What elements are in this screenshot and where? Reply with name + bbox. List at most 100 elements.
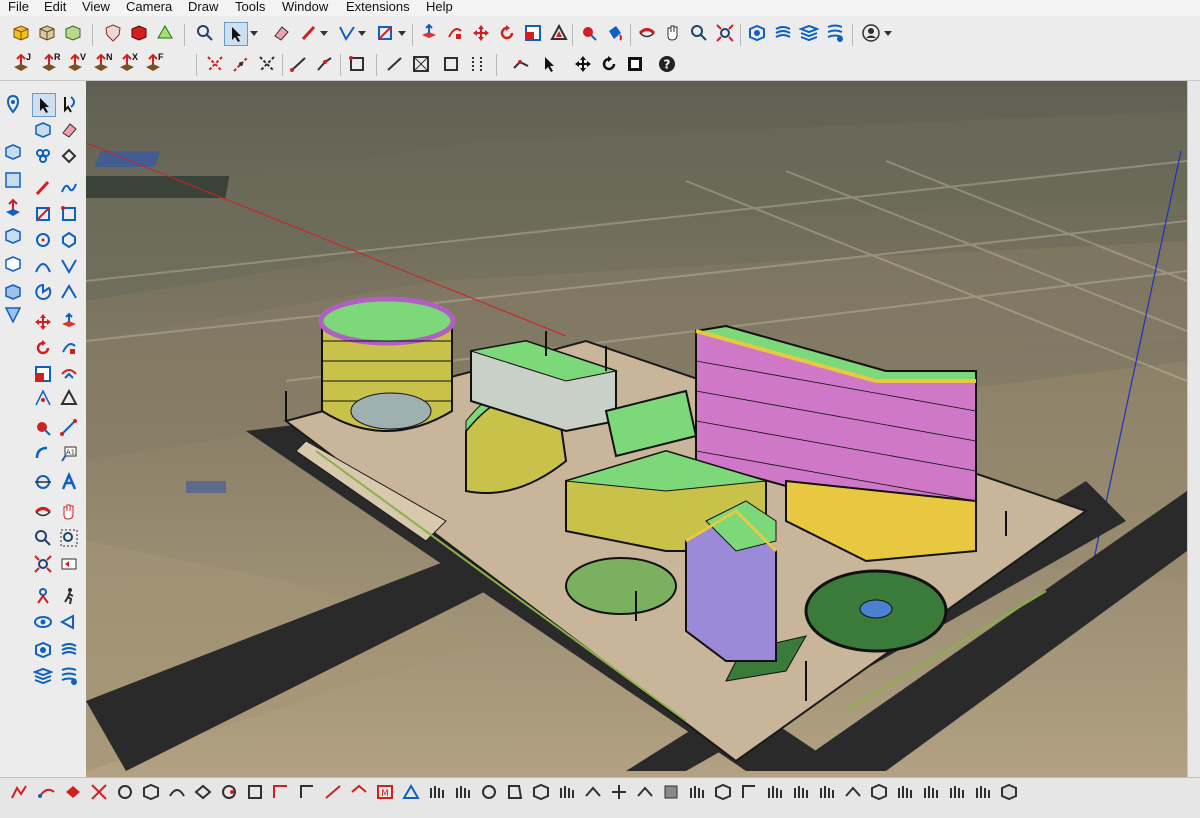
edge-tool-icon[interactable]	[288, 53, 310, 75]
menu-tools[interactable]: Tools	[235, 0, 265, 14]
export-j-button[interactable]: J	[8, 52, 34, 74]
extension-tool-icon[interactable]	[114, 781, 136, 803]
scale-icon[interactable]	[624, 53, 646, 75]
extension-tool-icon[interactable]	[140, 781, 162, 803]
export-n-button[interactable]: N	[88, 52, 114, 74]
zoom-window-icon[interactable]	[58, 527, 80, 549]
extension-tool-icon[interactable]	[556, 781, 578, 803]
outliner-icon[interactable]	[32, 145, 54, 167]
package-icon[interactable]	[36, 22, 58, 44]
dropdown-arrow-icon[interactable]	[882, 22, 894, 44]
menu-camera[interactable]: Camera	[126, 0, 172, 14]
solid-tools-icon[interactable]	[2, 253, 24, 275]
vertex-tool-icon[interactable]	[204, 53, 226, 75]
location-pin-icon[interactable]	[2, 93, 24, 115]
user-account-icon[interactable]	[860, 22, 882, 44]
triangle-icon[interactable]	[58, 387, 80, 409]
walk-icon[interactable]	[58, 585, 80, 607]
extension-tool-icon[interactable]	[764, 781, 786, 803]
extension-tool-icon[interactable]	[296, 781, 318, 803]
freehand-icon[interactable]	[58, 177, 80, 199]
dropdown-arrow-icon[interactable]	[356, 22, 368, 44]
extension-tool-icon[interactable]	[452, 781, 474, 803]
sandbox-icon[interactable]	[58, 639, 80, 661]
rectangle-icon[interactable]	[374, 22, 396, 44]
component-icon[interactable]	[10, 22, 32, 44]
lasso-select-icon[interactable]	[58, 93, 80, 115]
scale-icon[interactable]	[32, 363, 54, 385]
layers-icon[interactable]	[32, 665, 54, 687]
extension-tool-icon[interactable]: M	[374, 781, 396, 803]
extension-tool-icon[interactable]	[842, 781, 864, 803]
pie-icon[interactable]	[32, 281, 54, 303]
cross-box-icon[interactable]	[410, 53, 432, 75]
previous-view-icon[interactable]	[58, 553, 80, 575]
paint-bucket-icon[interactable]	[58, 145, 80, 167]
3d-text-icon[interactable]	[58, 471, 80, 493]
extension-tool-icon[interactable]	[530, 781, 552, 803]
section-plane-icon[interactable]	[2, 141, 24, 163]
section-plane-icon[interactable]	[58, 611, 80, 633]
extension-tool-icon[interactable]	[686, 781, 708, 803]
export-v-button[interactable]: V	[62, 52, 88, 74]
extension-tool-icon[interactable]	[894, 781, 916, 803]
extension-tool-icon[interactable]	[88, 781, 110, 803]
axes-icon[interactable]	[32, 471, 54, 493]
extension-tool-icon[interactable]	[192, 781, 214, 803]
extension-tool-icon[interactable]	[868, 781, 890, 803]
geometry-icon[interactable]	[2, 303, 24, 325]
layers-icon[interactable]	[798, 22, 820, 44]
paint-bucket-icon[interactable]	[604, 22, 626, 44]
right-scrollbar[interactable]	[1187, 81, 1200, 777]
extension-tool-icon[interactable]	[946, 781, 968, 803]
section-fill-icon[interactable]	[2, 169, 24, 191]
vertex-tool-icon[interactable]	[256, 53, 278, 75]
protractor-icon[interactable]	[32, 443, 54, 465]
eraser-icon[interactable]	[58, 119, 80, 141]
extension-tool-icon[interactable]	[816, 781, 838, 803]
box-icon[interactable]	[62, 22, 84, 44]
rotate-icon[interactable]	[496, 22, 518, 44]
circle-icon[interactable]	[32, 229, 54, 251]
recycle-icon[interactable]	[154, 22, 176, 44]
extension-tool-icon[interactable]	[920, 781, 942, 803]
select-arrow-icon[interactable]	[224, 22, 248, 46]
extension-tool-icon[interactable]	[660, 781, 682, 803]
menu-window[interactable]: Window	[282, 0, 328, 14]
menu-extensions[interactable]: Extensions	[346, 0, 410, 14]
extension-tool-icon[interactable]	[972, 781, 994, 803]
offset-icon[interactable]	[548, 22, 570, 44]
export-x-button[interactable]: X	[114, 52, 140, 74]
menu-view[interactable]: View	[82, 0, 110, 14]
pan-icon[interactable]	[662, 22, 684, 44]
text-icon[interactable]: A1	[58, 443, 80, 465]
follow-me-icon[interactable]	[58, 337, 80, 359]
dropdown-arrow-icon[interactable]	[396, 22, 408, 44]
orbit-icon[interactable]	[32, 501, 54, 523]
arc-icon[interactable]	[32, 255, 54, 277]
dropdown-arrow-icon[interactable]	[318, 22, 330, 44]
line-icon[interactable]	[336, 22, 358, 44]
zoom-window-icon[interactable]	[688, 22, 710, 44]
zoom-icon[interactable]	[32, 527, 54, 549]
extension-tool-icon[interactable]	[218, 781, 240, 803]
modeling-viewport[interactable]	[86, 81, 1187, 777]
extension-tool-icon[interactable]	[244, 781, 266, 803]
extension-tool-icon[interactable]	[582, 781, 604, 803]
extension-tool-icon[interactable]	[62, 781, 84, 803]
position-camera-icon[interactable]	[32, 585, 54, 607]
edge-tool-icon[interactable]	[314, 53, 336, 75]
menu-file[interactable]: File	[8, 0, 29, 14]
tape-measure-icon[interactable]	[32, 417, 54, 439]
help-icon[interactable]: ?	[656, 53, 678, 75]
extension-tool-icon[interactable]	[426, 781, 448, 803]
export-f-button[interactable]: F	[140, 52, 166, 74]
zoom-extents-icon[interactable]	[714, 22, 736, 44]
dropdown-arrow-icon[interactable]	[248, 22, 260, 44]
extension-icon[interactable]	[2, 225, 24, 247]
push-pull-icon[interactable]	[58, 311, 80, 333]
eraser-icon[interactable]	[270, 22, 292, 44]
select-arrow-icon[interactable]	[32, 93, 56, 117]
extension-tool-icon[interactable]	[998, 781, 1020, 803]
extension-tool-icon[interactable]	[348, 781, 370, 803]
